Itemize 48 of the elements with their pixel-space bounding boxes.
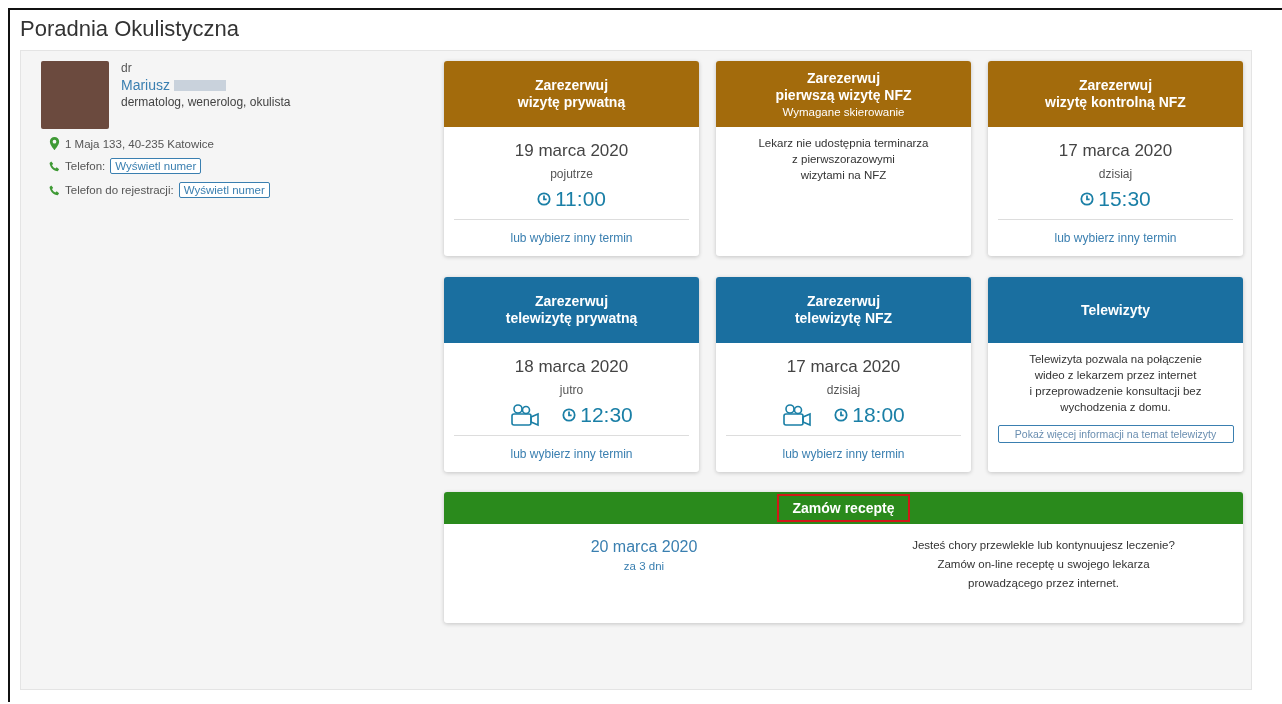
- card-title[interactable]: Zarezerwuj pierwszą wizytę NFZ: [775, 70, 912, 104]
- slot-relative-day: dzisiaj: [826, 383, 861, 397]
- address: 1 Maja 133, 40-235 Katowice: [65, 137, 214, 150]
- doctor-specialties: dermatolog, wenerolog, okulista: [121, 95, 291, 109]
- more-info-button[interactable]: Pokaż więcej informacji na temat telewizyty: [997, 425, 1234, 443]
- slot-date: 17 marca 2020: [786, 357, 901, 377]
- slot-date: 18 marca 2020: [514, 357, 629, 377]
- photo-placeholder: [41, 61, 109, 129]
- card-subtitle: Wymagane skierowanie: [782, 106, 905, 118]
- clock-icon: [537, 192, 551, 206]
- phone-label: Telefon:: [65, 160, 106, 172]
- slot-date: 19 marca 2020: [514, 141, 629, 161]
- card-title[interactable]: Zarezerwuj wizytę prywatną: [517, 77, 626, 111]
- card-title[interactable]: Telewizyty: [1081, 301, 1150, 319]
- phone-icon: [49, 159, 60, 173]
- choose-other-date-link[interactable]: lub wybierz inny termin: [510, 447, 633, 461]
- card-title[interactable]: Zarezerwuj wizytę kontrolną NFZ: [1045, 77, 1186, 111]
- card-title[interactable]: Zarezerwuj telewizytę prywatną: [505, 293, 638, 327]
- slot-date: 17 marca 2020: [1058, 141, 1173, 161]
- choose-other-date-link[interactable]: lub wybierz inny termin: [1054, 231, 1177, 245]
- prescription-description: Jesteś chory przewlekle lub kontynuujesz leczenie? Zamów on-line receptę u swojego lekarza prowadzącego przez internet.: [911, 538, 1176, 591]
- time-slot-link[interactable]: 18:00: [834, 403, 905, 427]
- slot-relative-day: dzisiaj: [1098, 167, 1133, 181]
- card-title[interactable]: Zarezerwuj telewizytę NFZ: [794, 293, 893, 327]
- info-text: Lekarz nie udostępnia terminarza z pierwszorazowymi wizytami na NFZ: [758, 136, 929, 183]
- show-number-button[interactable]: Wyświetl numer: [110, 158, 202, 174]
- location-pin-icon: [49, 137, 60, 150]
- choose-other-date-link[interactable]: lub wybierz inny termin: [510, 231, 633, 245]
- doctor-title: dr: [121, 61, 133, 75]
- prescription-date[interactable]: 20 marca 2020: [590, 538, 698, 556]
- doctor-name[interactable]: Mariusz: [121, 77, 170, 93]
- time-slot-link[interactable]: 12:30: [562, 403, 633, 427]
- choose-other-date-link[interactable]: lub wybierz inny termin: [782, 447, 905, 461]
- card-title[interactable]: Zamów receptę: [776, 494, 911, 522]
- info-text: Telewizyta pozwala na połączenie wideo z lekarzem przez internet i przeprowadzenie konsultacji bez wychodzenia z domu.: [1029, 352, 1202, 415]
- show-number-button[interactable]: Wyświetl numer: [178, 182, 270, 198]
- time-slot-link[interactable]: 11:00: [537, 187, 606, 211]
- redacted-block: [174, 79, 226, 91]
- slot-relative-day: jutro: [559, 383, 584, 397]
- time-slot-link[interactable]: 15:30: [1080, 187, 1151, 211]
- slot-relative-day: pojutrze: [550, 167, 593, 181]
- phone-label: Telefon do rejestracji:: [65, 184, 174, 196]
- clock-icon: [562, 408, 577, 422]
- prescription-relative-day: za 3 dni: [623, 560, 665, 572]
- clock-icon: [1080, 192, 1095, 206]
- phone-icon: [49, 183, 60, 197]
- clock-icon: [834, 408, 849, 422]
- page-title: Poradnia Okulistyczna: [20, 15, 240, 43]
